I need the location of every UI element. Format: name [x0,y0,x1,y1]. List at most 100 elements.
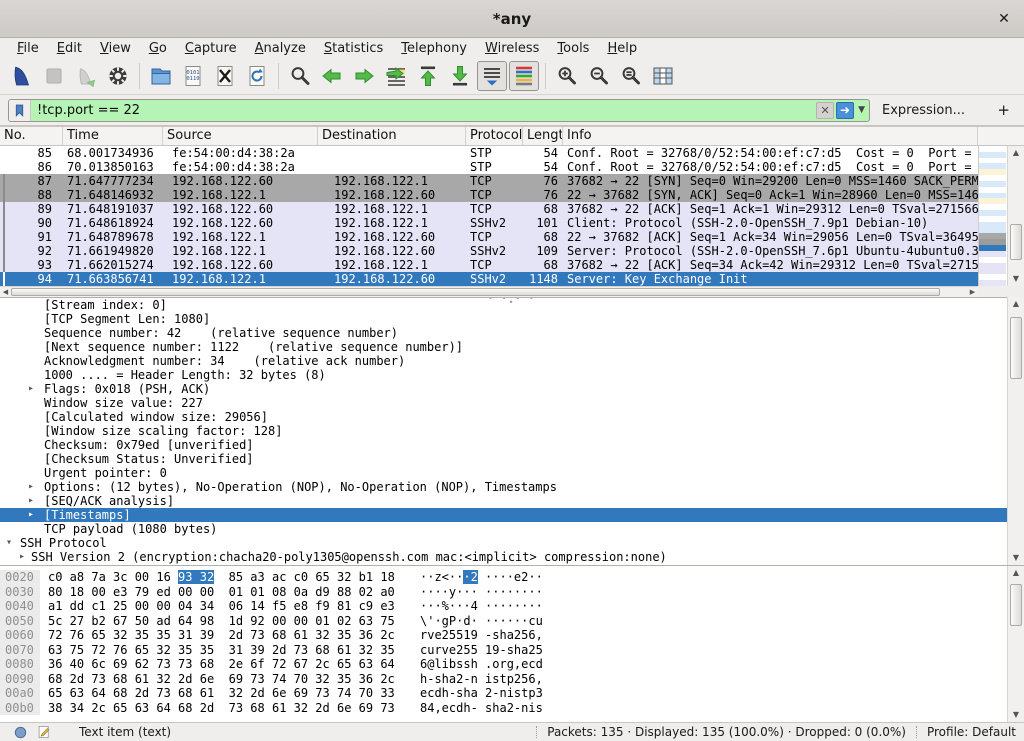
hex-ascii[interactable]: 84,ecdh- sha2-nis [420,701,543,716]
close-file-button[interactable] [210,61,240,91]
detail-line[interactable]: [Checksum Status: Unverified] [0,452,1007,466]
menu-help[interactable]: Help [598,40,646,57]
scroll-down-icon[interactable]: ▼ [1008,708,1024,722]
packet-list-vscrollbar[interactable]: ▲ ▼ [1007,146,1024,286]
hex-ascii[interactable]: \'·gP·d· ······cu [420,614,543,629]
hex-ascii[interactable]: ecdh-sha 2-nistp3 [420,686,543,701]
column-header-source[interactable]: Source [163,127,318,145]
detail-line[interactable]: Acknowledgment number: 34 (relative ack … [0,354,1007,368]
colorize-button[interactable] [509,61,539,91]
expert-info-icon[interactable] [14,726,27,739]
detail-line[interactable]: ▸Flags: 0x018 (PSH, ACK) [0,382,1007,396]
packet-row-87[interactable]: 8771.647777234192.168.122.60192.168.122.… [0,174,978,188]
detail-line[interactable]: Checksum: 0x79ed [unverified] [0,438,1007,452]
auto-scroll-button[interactable] [477,61,507,91]
hex-bytes[interactable]: 68 2d 73 68 61 32 2d 6e 69 73 74 70 32 3… [48,672,395,687]
filter-clear-icon[interactable]: ✕ [816,102,834,119]
detail-line[interactable]: ▾SSH Protocol [0,536,1007,550]
hex-ascii[interactable]: ··z<···2 ····e2·· [420,570,543,585]
open-file-button[interactable] [146,61,176,91]
scroll-thumb[interactable] [1010,317,1022,379]
expression-button[interactable]: Expression... [882,103,965,118]
expanded-icon[interactable]: ▾ [6,536,12,550]
packet-row-93[interactable]: 9371.662015274192.168.122.60192.168.122.… [0,258,978,272]
detail-line[interactable]: Sequence number: 42 (relative sequence n… [0,326,1007,340]
detail-line[interactable]: Window size value: 227 [0,396,1007,410]
go-back-button[interactable] [317,61,347,91]
stop-capture-button[interactable] [39,61,69,91]
menu-go[interactable]: Go [140,40,176,57]
zoom-in-button[interactable] [552,61,582,91]
scroll-thumb[interactable] [1010,224,1022,260]
detail-line[interactable]: 1000 .... = Header Length: 32 bytes (8) [0,368,1007,382]
packet-list-minimap[interactable] [978,146,1006,286]
zoom-out-button[interactable] [584,61,614,91]
scroll-right-icon[interactable]: ▶ [967,287,978,297]
scroll-down-icon[interactable]: ▼ [1008,272,1024,286]
scroll-up-icon[interactable]: ▲ [1008,566,1024,580]
hex-ascii[interactable]: ····y··· ········ [420,585,543,600]
hex-bytes[interactable]: 72 76 65 32 35 35 31 39 2d 73 68 61 32 3… [48,628,395,643]
save-file-button[interactable]: 01010110 [178,61,208,91]
detail-line[interactable]: TCP payload (1080 bytes) [0,522,1007,536]
capture-options-button[interactable] [103,61,133,91]
zoom-100-button[interactable] [616,61,646,91]
menu-tools[interactable]: Tools [548,40,598,57]
hex-bytes[interactable]: a1 dd c1 25 00 00 04 34 06 14 f5 e8 f9 8… [48,599,395,614]
collapsed-icon[interactable]: ▸ [28,480,34,494]
hex-row-0040[interactable]: 0040a1 dd c1 25 00 00 04 34 06 14 f5 e8 … [0,599,1024,614]
hex-ascii[interactable]: h-sha2-n istp256, [420,672,543,687]
restart-capture-button[interactable] [71,61,101,91]
scroll-left-icon[interactable]: ◀ [0,287,11,297]
column-header-length[interactable]: Length [523,127,563,145]
go-forward-button[interactable] [349,61,379,91]
column-header-destination[interactable]: Destination [318,127,466,145]
packet-row-92[interactable]: 9271.661949820192.168.122.1192.168.122.6… [0,244,978,258]
detail-line[interactable]: [Next sequence number: 1122 (relative se… [0,340,1007,354]
detail-line[interactable]: [TCP Segment Len: 1080] [0,312,1007,326]
go-to-top-button[interactable] [413,61,443,91]
display-filter-field[interactable]: ✕ ➜ ▼ [8,99,870,122]
scroll-thumb[interactable] [1010,584,1022,626]
hex-bytes[interactable]: c0 a8 7a 3c 00 16 93 32 85 a3 ac c0 65 3… [48,570,395,585]
hex-row-0080[interactable]: 008036 40 6c 69 62 73 73 68 2e 6f 72 67 … [0,657,1024,672]
hex-bytes[interactable]: 38 34 2c 65 63 64 68 2d 73 68 61 32 2d 6… [48,701,395,716]
packet-row-91[interactable]: 9171.648789678192.168.122.1192.168.122.6… [0,230,978,244]
hex-row-0090[interactable]: 009068 2d 73 68 61 32 2d 6e 69 73 74 70 … [0,672,1024,687]
hex-row-00b0[interactable]: 00b038 34 2c 65 63 64 68 2d 73 68 61 32 … [0,701,1024,716]
title-bar[interactable]: *any ✕ [0,0,1024,38]
scroll-thumb[interactable] [11,288,940,296]
packet-row-90[interactable]: 9071.648618924192.168.122.60192.168.122.… [0,216,978,230]
hex-ascii[interactable]: 6@libssh .org,ecd [420,657,543,672]
hex-row-0020[interactable]: 0020c0 a8 7a 3c 00 16 93 32 85 a3 ac c0 … [0,570,1024,585]
menu-file[interactable]: File [8,40,48,57]
packet-row-88[interactable]: 8871.648146932192.168.122.1192.168.122.6… [0,188,978,202]
menu-telephony[interactable]: Telephony [392,40,476,57]
hex-bytes[interactable]: 5c 27 b2 67 50 ad 64 98 1d 92 00 00 01 0… [48,614,395,629]
menu-analyze[interactable]: Analyze [246,40,315,57]
detail-line[interactable]: ▸[Timestamps] [0,508,1007,522]
column-header-info[interactable]: Info [563,127,978,145]
column-header-no[interactable]: No. [0,127,63,145]
menu-capture[interactable]: Capture [176,40,246,57]
go-to-bottom-button[interactable] [445,61,475,91]
find-packet-button[interactable] [285,61,315,91]
start-capture-button[interactable] [7,61,37,91]
packet-row-86[interactable]: 8670.013850163fe:54:00:d4:38:2aSTP54Conf… [0,160,978,174]
packet-list-hscrollbar[interactable]: ◀ ▶ [0,286,978,297]
filter-bookmark-icon[interactable] [9,100,31,121]
hex-ascii[interactable]: curve255 19-sha25 [420,643,543,658]
menu-wireless[interactable]: Wireless [476,40,548,57]
hex-bytes[interactable]: 63 75 72 76 65 32 35 35 31 39 2d 73 68 6… [48,643,395,658]
status-profile[interactable]: Profile: Default [927,725,1016,739]
menu-statistics[interactable]: Statistics [315,40,392,57]
detail-line[interactable]: ▸[SEQ/ACK analysis] [0,494,1007,508]
bytes-vscrollbar[interactable]: ▲ ▼ [1007,566,1024,722]
filter-apply-icon[interactable]: ➜ [836,102,854,119]
detail-line[interactable]: ▸Options: (12 bytes), No-Operation (NOP)… [0,480,1007,494]
collapsed-icon[interactable]: ▸ [28,494,34,508]
collapsed-icon[interactable]: ▸ [28,508,34,522]
capture-comment-icon[interactable] [37,725,51,739]
scroll-up-icon[interactable]: ▲ [1008,297,1024,311]
close-window-icon[interactable]: ✕ [994,9,1014,29]
